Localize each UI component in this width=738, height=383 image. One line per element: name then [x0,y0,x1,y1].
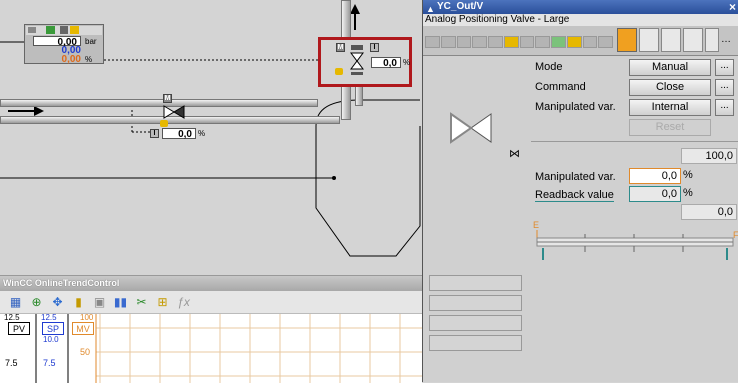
alarm-view-icon[interactable] [705,28,719,52]
ruler-icon[interactable]: ▮ [71,295,86,310]
trend-title: WinCC OnlineTrendControl [0,276,422,291]
lower-valve-value: 0,0 [162,128,196,140]
faceplate-title-bar[interactable]: ▲ YC_Out/V × [423,0,738,14]
manipulated-source-button[interactable]: Internal [629,99,711,116]
app-icon: ▲ [426,4,435,14]
close-icon[interactable]: × [729,0,736,14]
more-views-icon[interactable]: … [721,34,731,45]
position-bar-graph: E F [533,220,738,266]
readback-unit: % [683,187,693,199]
faceplate-subtitle: Analog Positioning Valve - Large [423,14,738,26]
pipe-upper [0,99,318,107]
standard-view-icon[interactable] [617,28,637,52]
status-box-3 [429,315,522,331]
valve-vertical-icon [350,45,364,75]
selected-valve-unit: % [403,58,411,67]
selected-valve-value: 0,0 [371,57,401,69]
axis1-top: 12.5 [4,313,20,322]
lower-manual-badge: M [163,94,172,103]
valve-small-icon: ⋈ [509,148,520,160]
lock-icon [335,68,343,75]
move-icon[interactable]: ✥ [50,295,65,310]
lower-internal-badge: I [150,129,159,138]
trend-area[interactable]: 12.5 7.5 12.5 10.0 7.5 100 50 PV SP MV [0,313,422,383]
preview-view-icon[interactable] [639,28,659,52]
axis3-mid: 50 [80,347,91,357]
axis1-mid: 7.5 [5,358,18,368]
manipulated-source-more-button[interactable]: ... [715,99,734,116]
pause-icon[interactable]: ▮▮ [113,295,128,310]
trend-control: WinCC OnlineTrendControl ▦ ⊕ ✥ ▮ ▣ ▮▮ ✂ … [0,275,422,383]
alarm-ok-icon [46,26,55,34]
command-button[interactable]: Close [629,79,711,96]
select-trend-icon[interactable]: ✂ [134,295,149,310]
limits-view-icon[interactable] [661,28,681,52]
readback-label: Readback value [535,189,614,202]
axis2-top: 12.5 [41,313,57,322]
bar-track [536,230,734,260]
axis2-mid: 7.5 [43,358,56,368]
faceplate-window: ▲ YC_Out/V × Analog Positioning Valve - … [422,0,738,382]
manipulated-var-unit: % [683,169,693,181]
time-range-icon[interactable]: ⊞ [155,295,170,310]
status-cells [425,36,613,48]
selected-valve-block[interactable]: M I 0,0 % [318,37,412,87]
manipulated-source-label: Manipulated var. [535,101,616,113]
axis3-top: 100 [80,313,94,322]
trend-view-icon[interactable] [683,28,703,52]
maintenance-icon [70,26,79,34]
mode-label: Mode [535,61,563,73]
mode-button[interactable]: Manual [629,59,711,76]
status-box-2 [429,295,522,311]
stop-icon[interactable]: ▣ [92,295,107,310]
manual-badge: M [336,43,345,52]
sp-tag[interactable]: SP [42,322,64,335]
valve-horizontal-icon [163,105,185,119]
measurement-toolbar [26,26,102,35]
lower-lock-icon [160,120,168,127]
trend-toolbar: ▦ ⊕ ✥ ▮ ▣ ▮▮ ✂ ⊞ ƒx [0,291,422,314]
measurement-block[interactable]: 0,00 bar 0,00 0,00 % [24,24,104,65]
mode-more-button[interactable]: ... [715,59,734,76]
range-low-value: 0,0 [681,204,737,220]
faceplate-toolbar: … [423,26,738,56]
command-label: Command [535,81,586,93]
function-icon[interactable]: ƒx [176,295,191,310]
command-more-button[interactable]: ... [715,79,734,96]
internal-badge: I [370,43,379,52]
reset-button[interactable]: Reset [629,119,711,136]
manipulated-var-label: Manipulated var. [535,171,616,183]
status-box-4 [429,335,522,351]
lower-valve-unit: % [198,129,206,138]
grid-icon [28,27,36,33]
measurement-unit-3: % [85,55,93,64]
pv-tag[interactable]: PV [8,322,30,335]
manipulated-var-value[interactable]: 0,0 [629,168,681,184]
axis2-sub: 10.0 [43,335,59,344]
divider [531,141,738,142]
process-diagram: 0,00 bar 0,00 0,00 % M I 0,0 % M I 0,0 % [0,0,422,275]
status-box-1 [429,275,522,291]
measurement-unit-1: bar [85,37,97,46]
mv-tag[interactable]: MV [72,322,94,335]
measurement-value-3: 0,00 [61,54,81,65]
faceplate-title: YC_Out/V [437,1,484,12]
interlock-icon [60,26,68,34]
configure-icon[interactable]: ▦ [8,295,23,310]
readback-value: 0,0 [629,186,681,202]
valve-graphic: ⋈ [427,58,527,168]
pipe-to-tank [355,86,363,106]
zoom-icon[interactable]: ⊕ [29,295,44,310]
lower-valve-readout[interactable]: I 0,0 % [150,120,210,140]
range-high-value: 100,0 [681,148,737,164]
